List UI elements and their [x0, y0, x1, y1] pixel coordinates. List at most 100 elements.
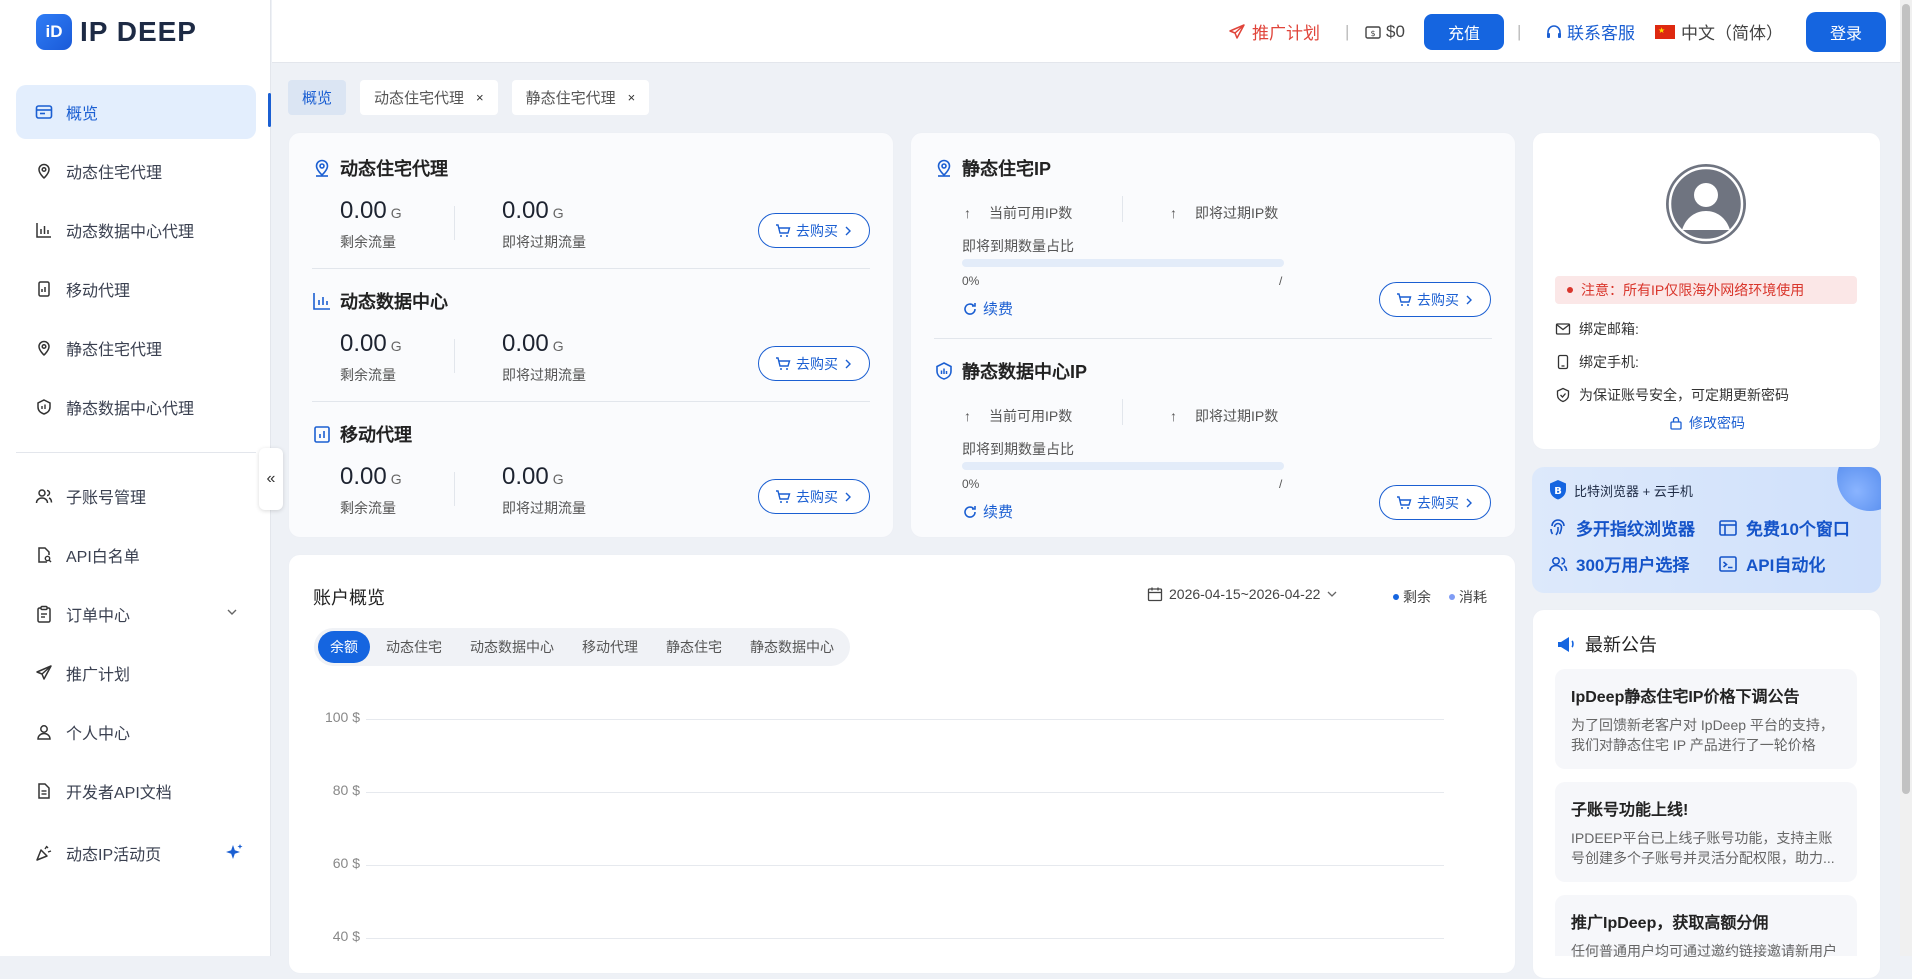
sidebar-item-static-residential[interactable]: 静态住宅代理 — [16, 321, 256, 375]
calendar-icon — [1147, 586, 1163, 602]
announcements-title: 最新公告 — [1555, 631, 1657, 657]
ratio-value: 0% — [962, 274, 980, 288]
date-range-value: 2026-04-15~2026-04-22 — [1169, 586, 1321, 602]
renew-link[interactable]: 续费 — [962, 298, 1013, 319]
pill-mobile-proxy[interactable]: 移动代理 — [570, 631, 650, 663]
buy-label: 去购买 — [1417, 494, 1459, 511]
shield-chart-icon — [34, 397, 54, 417]
announcements-title-text: 最新公告 — [1585, 635, 1657, 655]
tab-label: 动态住宅代理 — [374, 90, 465, 107]
ratio-label: 即将到期数量占比 — [962, 441, 1074, 457]
overseas-warning: 注意：所有IP仅限海外网络环境使用 — [1555, 276, 1857, 304]
renew-label: 续费 — [983, 504, 1014, 521]
support-link[interactable]: 联系客服 — [1545, 0, 1635, 63]
change-password-link[interactable]: 修改密码 — [1669, 413, 1745, 433]
cart-icon — [775, 356, 791, 372]
sidebar-item-mobile-proxy[interactable]: 移动代理 — [16, 262, 256, 316]
topbar-separator: | — [1517, 21, 1522, 41]
available-ip-count: ↑ 当前可用IP数 — [964, 406, 1072, 426]
promo-banner[interactable]: B 比特浏览器 + 云手机 多开指纹浏览器 免费10个窗口 300万用户选择 A… — [1532, 467, 1881, 593]
announcement-item[interactable]: 子账号功能上线! IPDEEP平台已上线子账号功能，支持主账号创建多个子账号并灵… — [1555, 782, 1857, 882]
tab-dynamic-residential[interactable]: 动态住宅代理 × — [360, 80, 498, 115]
arrow-up-icon: ↑ — [1170, 205, 1177, 221]
announcement-title: 推广IpDeep，获取高额分佣 — [1571, 915, 1769, 932]
sidebar-item-sub-accounts[interactable]: 子账号管理 — [16, 469, 256, 523]
brand-logo[interactable]: iD IP DEEP — [36, 14, 197, 50]
sidebar-item-dynamic-ip-event[interactable]: 动态IP活动页 — [16, 826, 256, 880]
decorative-orb — [1837, 467, 1881, 511]
svg-text:B: B — [1554, 486, 1562, 497]
sidebar-item-label: 静态住宅代理 — [66, 342, 163, 359]
terminal-icon — [1718, 554, 1738, 574]
mobile-icon — [34, 279, 54, 299]
legend-consumed: 消耗 — [1449, 587, 1487, 607]
date-range-picker[interactable]: 2026-04-15~2026-04-22 — [1147, 586, 1338, 602]
pill-dynamic-residential[interactable]: 动态住宅 — [374, 631, 454, 663]
announcement-item[interactable]: IpDeep静态住宅IP价格下调公告 为了回馈新老客户对 IpDeep 平台的支… — [1555, 669, 1857, 769]
sidebar-item-promotion[interactable]: 推广计划 — [16, 646, 256, 700]
chevron-down-icon — [1326, 588, 1338, 600]
promo-label: 推广计划 — [1252, 24, 1320, 43]
buy-button[interactable]: 去购买 — [1379, 282, 1491, 317]
logo-mark-icon: iD — [36, 14, 72, 50]
close-icon[interactable]: × — [628, 90, 636, 105]
expiring-ip-count: ↑ 即将过期IP数 — [1170, 406, 1278, 426]
tab-static-residential[interactable]: 静态住宅代理 × — [511, 80, 650, 115]
scrollbar-thumb[interactable] — [1902, 4, 1910, 794]
language-selector[interactable]: ★ 中文（简体） — [1655, 0, 1783, 63]
remaining-label: 剩余流量 — [340, 234, 396, 250]
remaining-label: 剩余流量 — [340, 367, 396, 383]
buy-button[interactable]: 去购买 — [1379, 485, 1491, 520]
sidebar-item-overview[interactable]: 概览 — [16, 85, 256, 139]
phone-label: 绑定手机: — [1579, 354, 1639, 370]
sidebar-item-orders[interactable]: 订单中心 — [16, 587, 256, 641]
buy-button[interactable]: 去购买 — [758, 213, 870, 248]
language-label: 中文（简体） — [1681, 24, 1783, 43]
static-products-card — [910, 132, 1516, 538]
sidebar-item-dynamic-residential[interactable]: 动态住宅代理 — [16, 144, 256, 198]
sidebar-item-label: 开发者API文档 — [66, 785, 172, 802]
section-title-static-residential: 静态住宅IP — [934, 155, 1051, 181]
announcement-desc: 任何普通用户均可通过邀约链接邀请新用户 — [1571, 943, 1837, 959]
tab-overview[interactable]: 概览 — [288, 80, 347, 115]
close-icon[interactable]: × — [476, 90, 484, 105]
login-button[interactable]: 登录 — [1806, 12, 1886, 52]
sidebar-item-static-datacenter[interactable]: 静态数据中心代理 — [16, 380, 256, 434]
expiring-label: 即将过期流量 — [502, 367, 586, 383]
pill-dynamic-datacenter[interactable]: 动态数据中心 — [458, 631, 566, 663]
warning-text: 注意：所有IP仅限海外网络环境使用 — [1581, 282, 1805, 298]
sidebar-item-dynamic-datacenter[interactable]: 动态数据中心代理 — [16, 203, 256, 257]
pill-static-residential[interactable]: 静态住宅 — [654, 631, 734, 663]
expiring-value: 0.00 — [502, 330, 549, 357]
email-label: 绑定邮箱: — [1579, 321, 1639, 337]
renew-link[interactable]: 续费 — [962, 501, 1013, 522]
arrow-up-icon: ↑ — [964, 408, 971, 424]
expiring-label: 即将过期IP数 — [1195, 408, 1279, 424]
chevron-right-icon — [843, 492, 853, 502]
chevron-down-icon[interactable] — [226, 605, 238, 623]
arrow-up-icon: ↑ — [1170, 408, 1177, 424]
promo-link[interactable]: 推广计划 — [1228, 0, 1320, 63]
announcement-item[interactable]: 推广IpDeep，获取高额分佣 任何普通用户均可通过邀约链接邀请新用户 — [1555, 895, 1857, 959]
dashboard-icon — [34, 102, 54, 122]
sidebar-item-api-whitelist[interactable]: API白名单 — [16, 528, 256, 582]
sidebar-item-profile[interactable]: 个人中心 — [16, 705, 256, 759]
buy-button[interactable]: 去购买 — [758, 479, 870, 514]
pill-static-datacenter[interactable]: 静态数据中心 — [738, 631, 846, 663]
sidebar-collapse-button[interactable]: « — [259, 448, 283, 510]
bound-email: 绑定邮箱: — [1555, 319, 1639, 339]
buy-button[interactable]: 去购买 — [758, 346, 870, 381]
renew-label: 续费 — [983, 301, 1014, 318]
pill-balance[interactable]: 余额 — [318, 631, 370, 663]
expiring-value: 0.00 — [502, 463, 549, 490]
bitbrowser-logo-icon: B — [1548, 479, 1568, 501]
section-title-text: 动态数据中心 — [340, 292, 448, 312]
expiring-label: 即将过期IP数 — [1195, 205, 1279, 221]
recharge-button[interactable]: 充值 — [1424, 14, 1504, 50]
sidebar-item-api-docs[interactable]: 开发者API文档 — [16, 764, 256, 818]
divider — [454, 339, 455, 373]
expiring-ip-count: ↑ 即将过期IP数 — [1170, 203, 1278, 223]
ratio-max: / — [1279, 274, 1283, 288]
location-pin-icon — [934, 158, 954, 178]
chevron-right-icon — [843, 226, 853, 236]
